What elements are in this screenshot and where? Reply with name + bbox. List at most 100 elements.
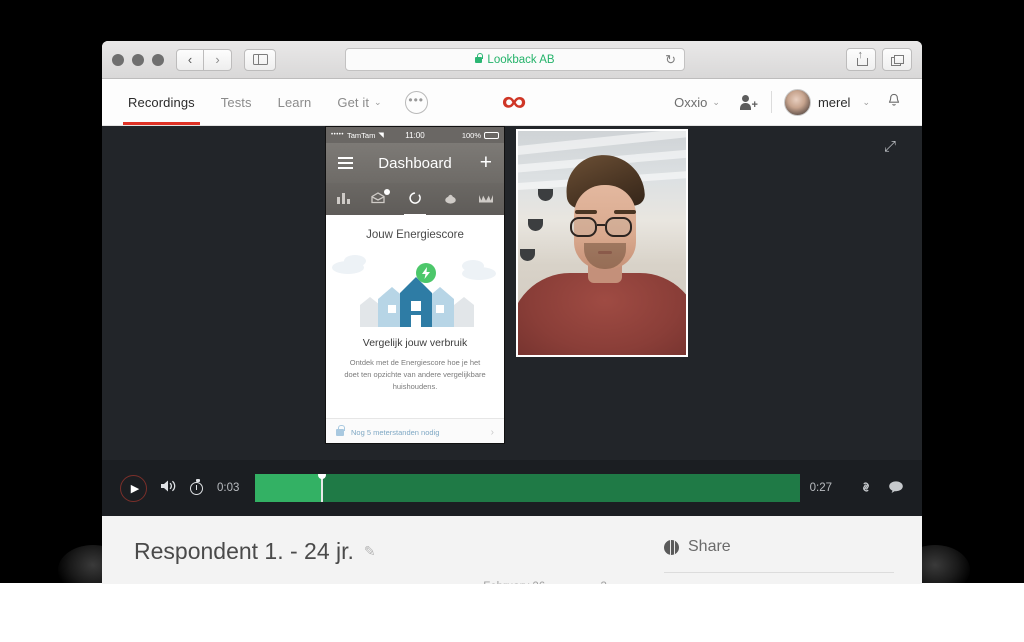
nav-item-get-it[interactable]: Get it ⌄	[324, 79, 394, 125]
share-panel: Share 🔗 https://lookback.io/watch/47fFRG…	[652, 516, 922, 584]
add-user-icon: +	[739, 94, 758, 110]
maximize-window-button[interactable]	[152, 53, 164, 66]
chevron-down-icon: ⌄	[712, 96, 720, 107]
phone-screen-recording: ••••• TamTam ◥ 11:00 100% Dashboard + Jo…	[325, 126, 505, 444]
sidebar-toggle-button[interactable]	[244, 48, 276, 71]
add-icon[interactable]: +	[480, 152, 492, 173]
houses-illustration	[326, 249, 504, 327]
sidebar-icon	[252, 54, 268, 65]
notifications-button[interactable]	[878, 93, 910, 112]
browser-window: ‹ › Lookback AB ↻ ↑ Recordings Tests Lea…	[102, 41, 922, 584]
hamburger-icon[interactable]	[338, 157, 353, 169]
video-player-stage: ⤢ ••••• TamTam ◥ 11:00 100% Dashboard +	[102, 126, 922, 516]
piggy-bank-icon	[445, 194, 456, 204]
org-switcher[interactable]: Oxxio ⌄	[664, 95, 730, 110]
refresh-icon	[409, 191, 421, 204]
timeline-progress	[255, 474, 321, 502]
bar-chart-icon	[337, 193, 351, 204]
minimize-window-button[interactable]	[132, 53, 144, 66]
tab-piggy-bank[interactable]	[436, 192, 466, 207]
lock-icon	[336, 424, 345, 436]
play-button[interactable]: ▶	[120, 474, 147, 502]
invite-user-button[interactable]: +	[730, 94, 767, 110]
tabs-icon	[891, 54, 904, 66]
user-name-label: merel	[817, 94, 851, 110]
nav-label-recordings: Recordings	[128, 94, 195, 110]
recording-info: Respondent 1. - 24 jr. ✎ ☆ Favorite ▰ Or…	[102, 516, 652, 584]
compare-section-title: Vergelijk jouw verbruik	[362, 337, 468, 349]
browser-navigation-buttons[interactable]: ‹ ›	[176, 48, 232, 71]
player-controls: ▶ 0:03 0:27	[102, 460, 922, 516]
globe-icon	[664, 539, 679, 555]
tab-mail[interactable]	[364, 188, 394, 207]
phone-content: Jouw Energiescore Vergelijk jouw verbrui…	[326, 215, 504, 443]
recording-date: ▤ February 26, 17:12	[467, 581, 562, 584]
total-time-label: 0:27	[809, 482, 832, 494]
subject-brow-right	[614, 210, 636, 214]
tab-bar-chart[interactable]	[329, 191, 359, 207]
playhead[interactable]	[317, 474, 326, 502]
address-bar[interactable]: Lookback AB ↻	[345, 48, 685, 71]
subject-brow-left	[575, 210, 597, 214]
subject-glasses	[570, 217, 640, 237]
back-button[interactable]: ‹	[176, 48, 204, 71]
recording-views: ▣ 3 views	[584, 581, 630, 584]
comments-icon[interactable]	[888, 480, 904, 497]
tab-crown[interactable]	[471, 192, 501, 207]
phone-tab-bar	[326, 183, 504, 216]
nav-label-learn: Learn	[277, 94, 312, 110]
app-navigation-bar: Recordings Tests Learn Get it ⌄ ••• ∞ Ox…	[102, 79, 922, 126]
link-svg	[863, 482, 869, 491]
volume-svg	[161, 480, 176, 492]
user-menu[interactable]: merel ⌄	[776, 88, 878, 116]
forward-button[interactable]: ›	[204, 48, 232, 71]
nav-item-recordings[interactable]: Recordings	[115, 79, 208, 125]
page-title: Respondent 1. - 24 jr.	[134, 538, 354, 564]
share-divider	[664, 572, 894, 573]
recording-views-label: 3 views	[600, 581, 630, 584]
browser-titlebar: ‹ › Lookback AB ↻	[102, 41, 922, 79]
share-header: Share	[664, 538, 894, 556]
recording-title-row: Respondent 1. - 24 jr. ✎	[134, 538, 652, 565]
desk-surface	[0, 583, 1024, 642]
close-window-button[interactable]	[112, 53, 124, 66]
comment-svg	[889, 480, 903, 493]
webcam-video[interactable]	[516, 129, 688, 357]
tab-refresh[interactable]	[400, 191, 430, 216]
chevron-right-icon: ›	[490, 426, 494, 438]
tabs-overview-button[interactable]	[882, 48, 912, 71]
nav-divider	[770, 91, 772, 113]
crown-icon	[479, 194, 494, 202]
subject-shirt	[518, 273, 686, 355]
nav-right-cluster: Oxxio ⌄ + merel ⌄	[664, 79, 910, 125]
avatar	[783, 88, 811, 116]
edit-title-icon[interactable]: ✎	[364, 543, 376, 560]
phone-header-title: Dashboard	[378, 154, 452, 172]
timeline-track[interactable]	[255, 474, 800, 502]
meter-readings-label: Nog 5 meterstanden nodig	[351, 427, 440, 437]
battery-icon	[484, 131, 499, 139]
volume-icon[interactable]	[160, 479, 177, 497]
compare-section-body: Ontdek met de Energiescore hoe je het do…	[344, 358, 486, 391]
recording-detail-panel: Respondent 1. - 24 jr. ✎ ☆ Favorite ▰ Or…	[102, 516, 922, 584]
nav-more-button[interactable]: •••	[404, 90, 428, 114]
nav-item-tests[interactable]: Tests	[208, 79, 265, 125]
nav-label-tests: Tests	[220, 94, 252, 110]
energy-score-title: Jouw Energiescore	[366, 229, 464, 241]
org-label: Oxxio	[674, 94, 708, 110]
share-title: Share	[688, 538, 731, 555]
reload-icon[interactable]: ↻	[665, 52, 676, 68]
phone-status-bar: ••••• TamTam ◥ 11:00 100%	[326, 127, 504, 143]
mail-badge	[384, 188, 391, 195]
infinity-logo-icon: ∞	[501, 85, 527, 118]
meter-readings-row[interactable]: Nog 5 meterstanden nodig ›	[326, 418, 504, 443]
playhead-knob[interactable]	[317, 474, 326, 479]
expand-fullscreen-icon[interactable]: ⤢	[880, 137, 900, 157]
copy-link-icon[interactable]	[858, 480, 874, 497]
share-button[interactable]	[846, 48, 876, 71]
stopwatch-icon[interactable]	[190, 478, 203, 495]
nav-item-learn[interactable]: Learn	[265, 79, 325, 125]
screenshot-root: ‹ › Lookback AB ↻ ↑ Recordings Tests Lea…	[0, 0, 1024, 642]
bell-icon	[888, 93, 900, 106]
window-traffic-lights[interactable]	[112, 53, 164, 66]
